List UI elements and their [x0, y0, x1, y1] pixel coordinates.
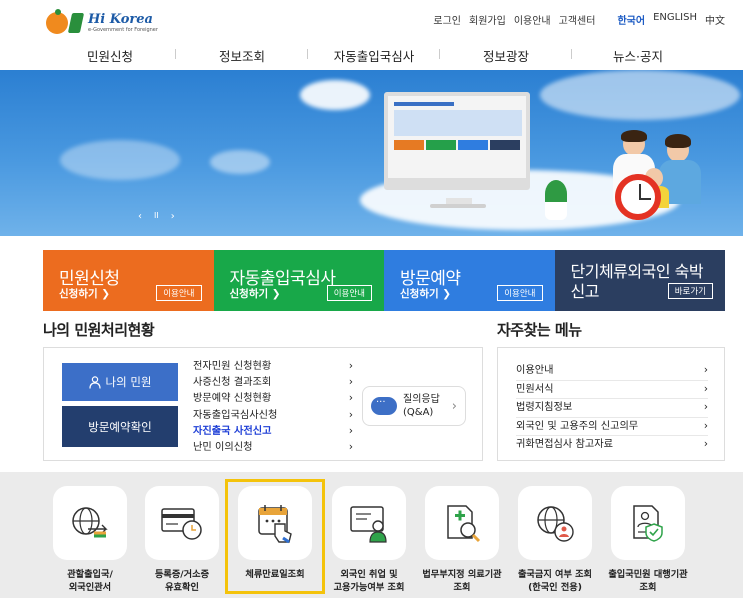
- medical-search-icon: [447, 505, 481, 543]
- banner-prev-icon[interactable]: ‹: [138, 211, 142, 222]
- chevron-right-icon: ›: [703, 420, 708, 432]
- status-heading: 나의 민원처리현황: [43, 321, 155, 339]
- lang-korean[interactable]: 한국어: [617, 12, 645, 27]
- gnb-item-news[interactable]: 뉴스·공지: [572, 46, 704, 65]
- globe-arrows-icon: [72, 507, 108, 538]
- my-civil-label: 나의 민원: [105, 375, 152, 389]
- chat-bubble-icon: [371, 396, 397, 415]
- tile-apply-link[interactable]: 신청하기 ❯: [400, 286, 451, 301]
- gnb-item-info-search[interactable]: 정보조회: [176, 46, 308, 65]
- gnb-item-civil-apply[interactable]: 민원신청: [44, 46, 176, 65]
- chevron-right-icon: ›: [703, 439, 708, 451]
- lang-chinese[interactable]: 中文: [705, 12, 725, 27]
- tile-guide-button[interactable]: 이용안내: [326, 285, 372, 301]
- tile-apply-link[interactable]: 신청하기 ❯: [230, 286, 281, 301]
- faq-heading: 자주찾는 메뉴: [497, 321, 582, 339]
- monitor-illustration: [384, 92, 530, 190]
- chevron-right-icon: ›: [703, 402, 708, 414]
- tile-goto-button[interactable]: 바로가기: [667, 283, 713, 299]
- lang-english[interactable]: ENGLISH: [653, 12, 697, 27]
- faq-item-laws[interactable]: 법령지침정보 ›: [516, 399, 708, 418]
- agent-doc-icon: [633, 505, 663, 542]
- login-link[interactable]: 로그인: [433, 12, 461, 27]
- status-link-visa-result[interactable]: 사증신청 결과조회 ›: [193, 375, 353, 391]
- chevron-right-icon: ›: [703, 383, 708, 395]
- status-link-list: 전자민원 신청현황 › 사증신청 결과조회 › 방문예약 신청현황 › 자동출입국심사…: [193, 359, 353, 456]
- chevron-right-icon: ›: [703, 365, 708, 376]
- chevron-right-icon: ›: [348, 425, 353, 437]
- my-civil-button[interactable]: 나의 민원: [62, 363, 178, 401]
- tile-guide-button[interactable]: 이용안내: [497, 285, 543, 301]
- person-icon: [88, 375, 101, 389]
- usage-guide-link[interactable]: 이용안내: [514, 12, 551, 27]
- service-exit-ban-check[interactable]: 출국금지 여부 조회 (한국인 전용): [513, 486, 597, 594]
- gnb-item-info-plaza[interactable]: 정보광장: [440, 46, 572, 65]
- visit-confirm-button[interactable]: 방문예약확인: [62, 406, 178, 447]
- gnb-item-auto-immigration[interactable]: 자동출입국심사: [308, 46, 440, 65]
- signup-link[interactable]: 회원가입: [469, 12, 506, 27]
- quick-service-tiles: 민원신청 신청하기 ❯ 이용안내 자동출입국심사 신청하기 ❯ 이용안내 방문예…: [43, 250, 725, 311]
- banner-pause-icon[interactable]: II: [154, 211, 159, 222]
- tile-guide-button[interactable]: 이용안내: [156, 285, 202, 301]
- utility-nav: 로그인 회원가입 이용안내 고객센터 한국어 ENGLISH 中文: [433, 12, 725, 27]
- status-link-e-civil[interactable]: 전자민원 신청현황 ›: [193, 359, 353, 375]
- status-link-voluntary-departure[interactable]: 자진출국 사전신고 ›: [193, 424, 353, 440]
- logo-tagline: e-Government for Foreigner: [88, 27, 158, 33]
- faq-item-report-duty[interactable]: 외국인 및 고용주의 신고의무 ›: [516, 418, 708, 437]
- chevron-right-icon: ›: [348, 409, 353, 421]
- main-banner[interactable]: ‹ II ›: [0, 70, 743, 236]
- qa-label: 질의응답: [403, 394, 440, 405]
- service-medical-institution[interactable]: 법무부지정 의료기관 조회: [420, 486, 504, 594]
- my-civil-status-panel: 나의 민원 방문예약확인 전자민원 신청현황 › 사증신청 결과조회 › 방문예약 …: [43, 347, 483, 461]
- logo-mark-icon: [46, 9, 68, 34]
- highlight-frame: [225, 479, 325, 594]
- hikorea-logo[interactable]: Hi Korea e-Government for Foreigner: [46, 9, 158, 34]
- globe-person-icon: [537, 506, 574, 542]
- faq-item-usage-guide[interactable]: 이용안내 ›: [516, 362, 708, 381]
- worker-screen-icon: [350, 506, 387, 543]
- service-jurisdiction-office[interactable]: 관할출입국/외국인관서: [48, 486, 132, 594]
- service-employment-check[interactable]: 외국인 취업 및 고용가능여부 조회: [327, 486, 411, 594]
- chevron-right-icon: ›: [348, 393, 353, 405]
- main-navigation: 민원신청 정보조회 자동출입국심사 정보광장 뉴스·공지: [44, 46, 704, 65]
- service-icon-strip: 관할출입국/외국인관서 등록증/거소증 유효확인 체류만료일조회 외국인 취업 …: [0, 472, 743, 598]
- tile-auto-immigration[interactable]: 자동출입국심사 신청하기 ❯ 이용안내: [213, 250, 384, 311]
- id-card-clock-icon: [161, 508, 202, 540]
- chevron-right-icon: ›: [348, 377, 353, 389]
- customer-center-link[interactable]: 고객센터: [559, 12, 596, 27]
- qa-button[interactable]: 질의응답 (Q&A) ›: [362, 386, 466, 426]
- service-card-validity[interactable]: 등록증/거소증 유효확인: [140, 486, 224, 594]
- tile-civil-apply[interactable]: 민원신청 신청하기 ❯ 이용안내: [43, 250, 214, 311]
- qa-sublabel: (Q&A): [403, 407, 434, 418]
- tile-apply-link[interactable]: 신청하기 ❯: [59, 286, 110, 301]
- faq-panel: 이용안내 › 민원서식 › 법령지침정보 › 외국인 및 고용주의 신고의무 › 귀화면…: [497, 347, 725, 461]
- chevron-right-icon: ›: [451, 398, 457, 414]
- tile-short-stay-lodging[interactable]: 단기체류외국인 숙박신고 바로가기: [554, 250, 725, 311]
- chevron-right-icon: ›: [348, 442, 353, 454]
- faq-item-naturalization[interactable]: 귀화면접심사 참고자료 ›: [516, 436, 708, 454]
- logo-text: Hi Korea: [88, 12, 153, 27]
- tile-visit-reservation[interactable]: 방문예약 신청하기 ❯ 이용안내: [384, 250, 555, 311]
- alarm-clock-illustration: [615, 174, 661, 220]
- banner-next-icon[interactable]: ›: [171, 211, 175, 222]
- chevron-right-icon: ›: [348, 361, 353, 372]
- service-agency-check[interactable]: 출입국민원 대행기관 조회: [606, 486, 690, 594]
- faq-item-forms[interactable]: 민원서식 ›: [516, 381, 708, 400]
- status-link-visit-reservation[interactable]: 방문예약 신청현황 ›: [193, 391, 353, 407]
- banner-controls: ‹ II ›: [138, 211, 175, 222]
- status-link-auto-immigration[interactable]: 자동출입국심사신청 ›: [193, 408, 353, 424]
- status-link-refugee-appeal[interactable]: 난민 이의신청 ›: [193, 440, 353, 456]
